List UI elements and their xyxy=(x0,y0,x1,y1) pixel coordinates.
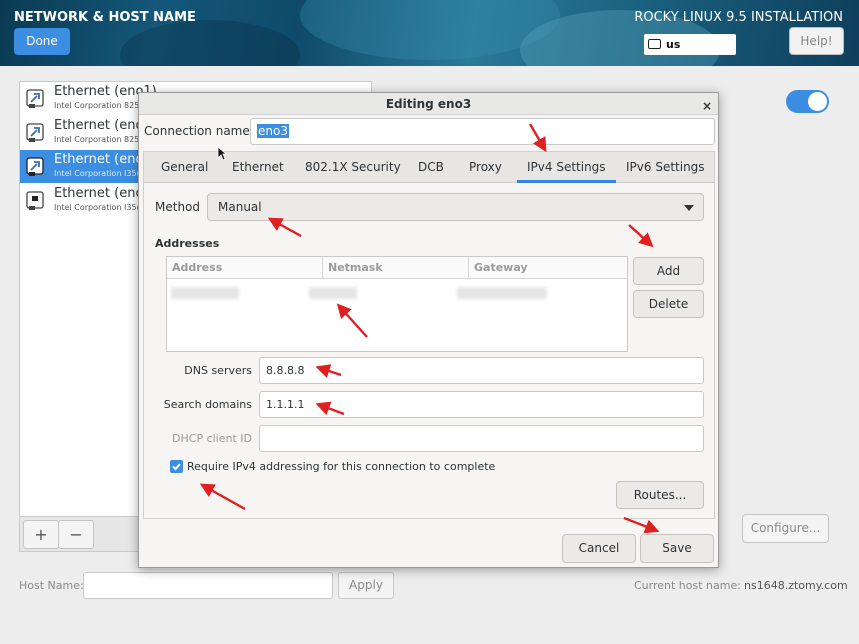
chevron-down-icon xyxy=(684,205,694,211)
dhcp-client-id-input[interactable] xyxy=(259,425,704,452)
redacted-address xyxy=(171,287,239,299)
column-address[interactable]: Address xyxy=(167,257,323,279)
tab-8021x-security[interactable]: 802.1X Security xyxy=(305,152,401,183)
done-button[interactable]: Done xyxy=(14,28,70,55)
keyboard-layout-indicator[interactable]: us xyxy=(644,34,736,55)
connection-name-value: eno3 xyxy=(257,124,289,138)
tab-ipv6-settings[interactable]: IPv6 Settings xyxy=(626,152,705,183)
ipv4-settings-panel: Method Manual Addresses Address Netmask … xyxy=(143,183,715,519)
column-gateway[interactable]: Gateway xyxy=(469,257,627,279)
header-texture xyxy=(120,20,300,66)
ethernet-icon xyxy=(26,157,44,176)
apply-hostname-button[interactable]: Apply xyxy=(338,572,394,599)
tab-dcb[interactable]: DCB xyxy=(418,152,444,183)
ethernet-icon xyxy=(26,89,44,108)
ethernet-icon xyxy=(26,123,44,142)
keyboard-icon xyxy=(648,39,661,49)
dialog-title: Editing eno3 xyxy=(385,97,472,111)
close-icon[interactable]: × xyxy=(702,95,712,117)
product-title: ROCKY LINUX 9.5 INSTALLATION xyxy=(634,10,843,25)
dhcp-client-id-label: DHCP client ID xyxy=(172,432,252,445)
help-button[interactable]: Help! xyxy=(789,27,844,55)
add-address-button[interactable]: Add xyxy=(633,257,704,285)
require-ipv4-checkbox[interactable] xyxy=(170,460,183,473)
method-dropdown[interactable]: Manual xyxy=(207,193,704,221)
interface-vendor: Intel Corporation I35( xyxy=(54,203,140,212)
tab-proxy[interactable]: Proxy xyxy=(469,152,502,183)
ethernet-disconnected-icon xyxy=(26,191,44,210)
page-title: NETWORK & HOST NAME xyxy=(14,10,196,25)
interface-vendor: Intel Corporation 825 xyxy=(54,135,140,144)
save-button[interactable]: Save xyxy=(640,534,714,563)
remove-interface-button[interactable]: − xyxy=(58,520,94,549)
routes-button[interactable]: Routes... xyxy=(616,481,704,509)
require-ipv4-label[interactable]: Require IPv4 addressing for this connect… xyxy=(187,460,495,473)
mouse-pointer-icon xyxy=(217,146,227,161)
dns-servers-input[interactable]: 8.8.8.8 xyxy=(259,357,704,384)
interface-vendor: Intel Corporation 825 xyxy=(54,101,140,110)
method-value: Manual xyxy=(218,200,262,214)
dialog-titlebar: Editing eno3 × xyxy=(139,93,718,115)
addresses-heading: Addresses xyxy=(155,237,220,250)
hostname-label: Host Name: xyxy=(19,579,84,592)
keyboard-layout-label: us xyxy=(666,38,681,51)
interface-enable-toggle[interactable] xyxy=(786,90,829,113)
tab-ipv4-settings[interactable]: IPv4 Settings xyxy=(517,152,616,183)
interface-vendor: Intel Corporation I35( xyxy=(54,169,140,178)
current-hostname-label: Current host name: xyxy=(634,579,741,592)
settings-tabs: General Ethernet 802.1X Security DCB Pro… xyxy=(143,151,715,183)
editing-connection-dialog: Editing eno3 × Connection name eno3 Gene… xyxy=(138,92,719,568)
add-interface-button[interactable]: + xyxy=(23,520,59,549)
search-domains-label: Search domains xyxy=(163,398,252,411)
redacted-gateway xyxy=(457,287,547,299)
delete-address-button[interactable]: Delete xyxy=(633,290,704,318)
column-netmask[interactable]: Netmask xyxy=(323,257,469,279)
toggle-knob xyxy=(808,92,827,111)
addresses-table-header: Address Netmask Gateway xyxy=(167,257,627,279)
search-domains-input[interactable]: 1.1.1.1 xyxy=(259,391,704,418)
tab-general[interactable]: General xyxy=(161,152,208,183)
method-label: Method xyxy=(155,200,201,214)
connection-name-label: Connection name xyxy=(144,124,250,138)
cancel-button[interactable]: Cancel xyxy=(562,534,636,563)
current-hostname-value: ns1648.ztomy.com xyxy=(744,579,848,592)
configure-button[interactable]: Configure... xyxy=(742,514,829,543)
redacted-netmask xyxy=(309,287,357,299)
hostname-input[interactable] xyxy=(83,572,333,599)
addresses-table[interactable]: Address Netmask Gateway xyxy=(166,256,628,352)
tab-ethernet[interactable]: Ethernet xyxy=(232,152,284,183)
installer-header: NETWORK & HOST NAME Done ROCKY LINUX 9.5… xyxy=(0,0,859,66)
connection-name-input[interactable]: eno3 xyxy=(250,118,715,145)
dns-servers-label: DNS servers xyxy=(184,364,252,377)
